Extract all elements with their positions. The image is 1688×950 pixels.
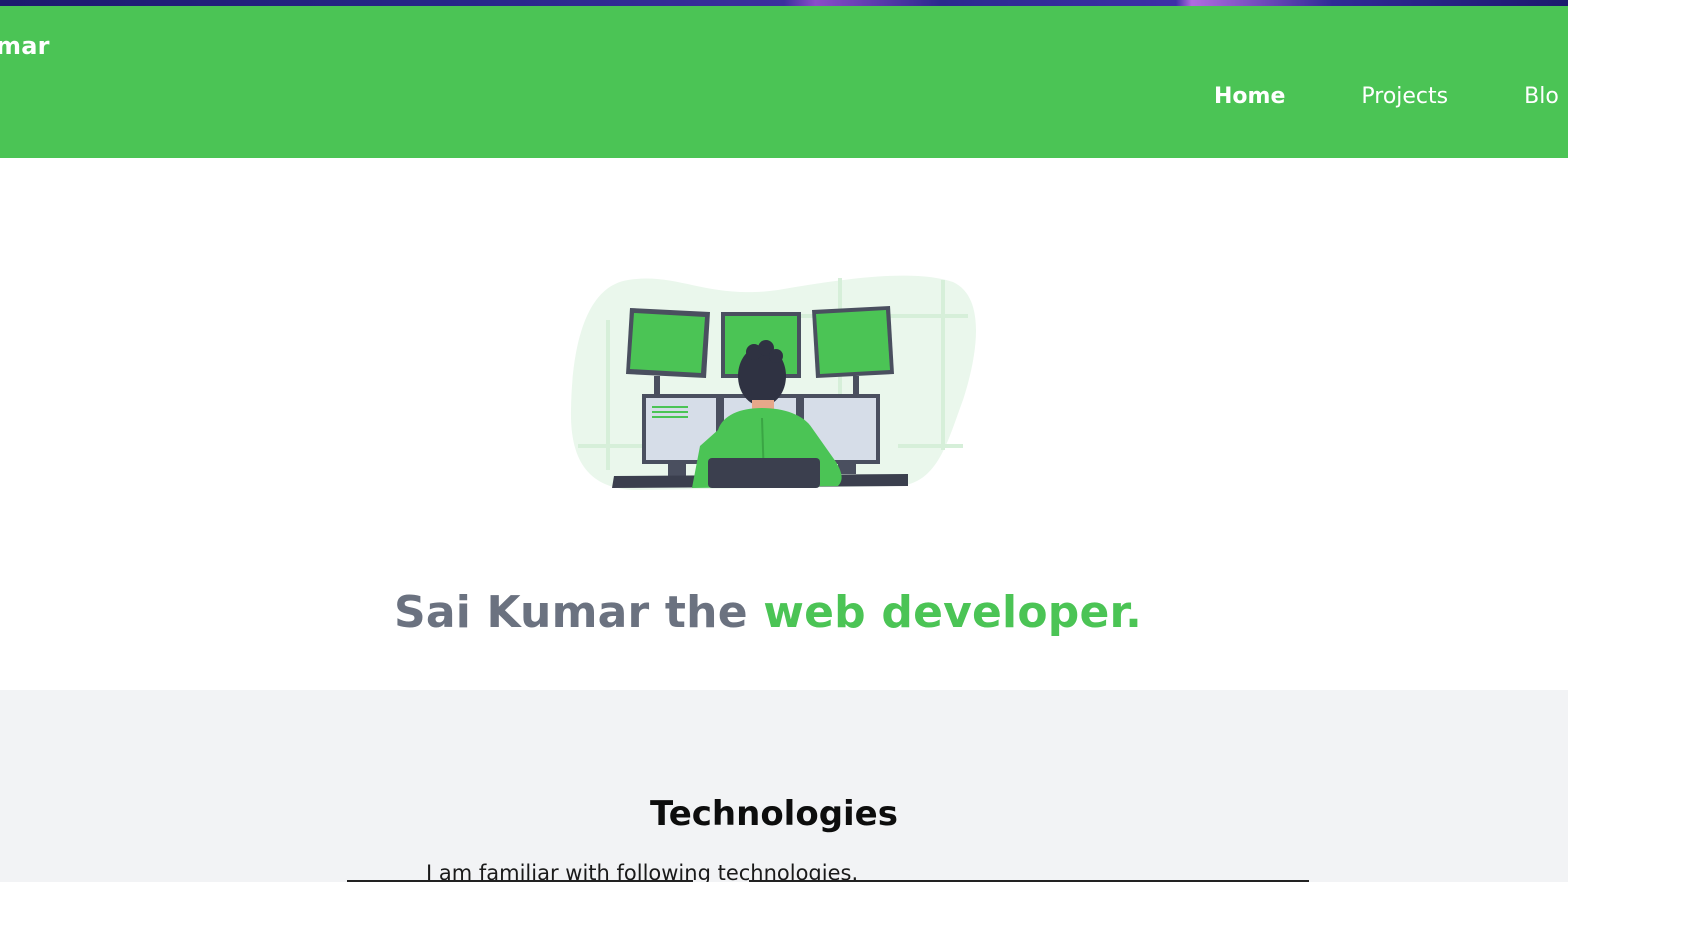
technologies-subtitle: I am familiar with following technologie… (426, 861, 859, 882)
hero-title-role: web developer. (763, 587, 1143, 639)
hero-title-name: Sai Kumar the (393, 587, 764, 639)
hero-title: Sai Kumar the web developer. (0, 587, 1536, 638)
tech-tab-underline-right (749, 880, 1309, 882)
page-viewport: mar Home Projects Blo Sai Kumar the web … (0, 0, 1568, 882)
nav-item-blog[interactable]: Blo (1524, 84, 1559, 109)
nav-links: Home Projects Blo (1214, 84, 1559, 109)
brand-name[interactable]: mar (0, 32, 50, 60)
technologies-heading: Technologies (650, 794, 898, 835)
navbar: mar Home Projects Blo (0, 6, 1568, 158)
developer-illustration (568, 270, 980, 498)
hero-section: Sai Kumar the web developer. (0, 158, 1568, 690)
tech-tab-underline-left (347, 880, 693, 882)
nav-item-projects[interactable]: Projects (1361, 84, 1448, 109)
technologies-section: Technologies I am familiar with followin… (0, 690, 1568, 882)
nav-item-home[interactable]: Home (1214, 84, 1285, 109)
